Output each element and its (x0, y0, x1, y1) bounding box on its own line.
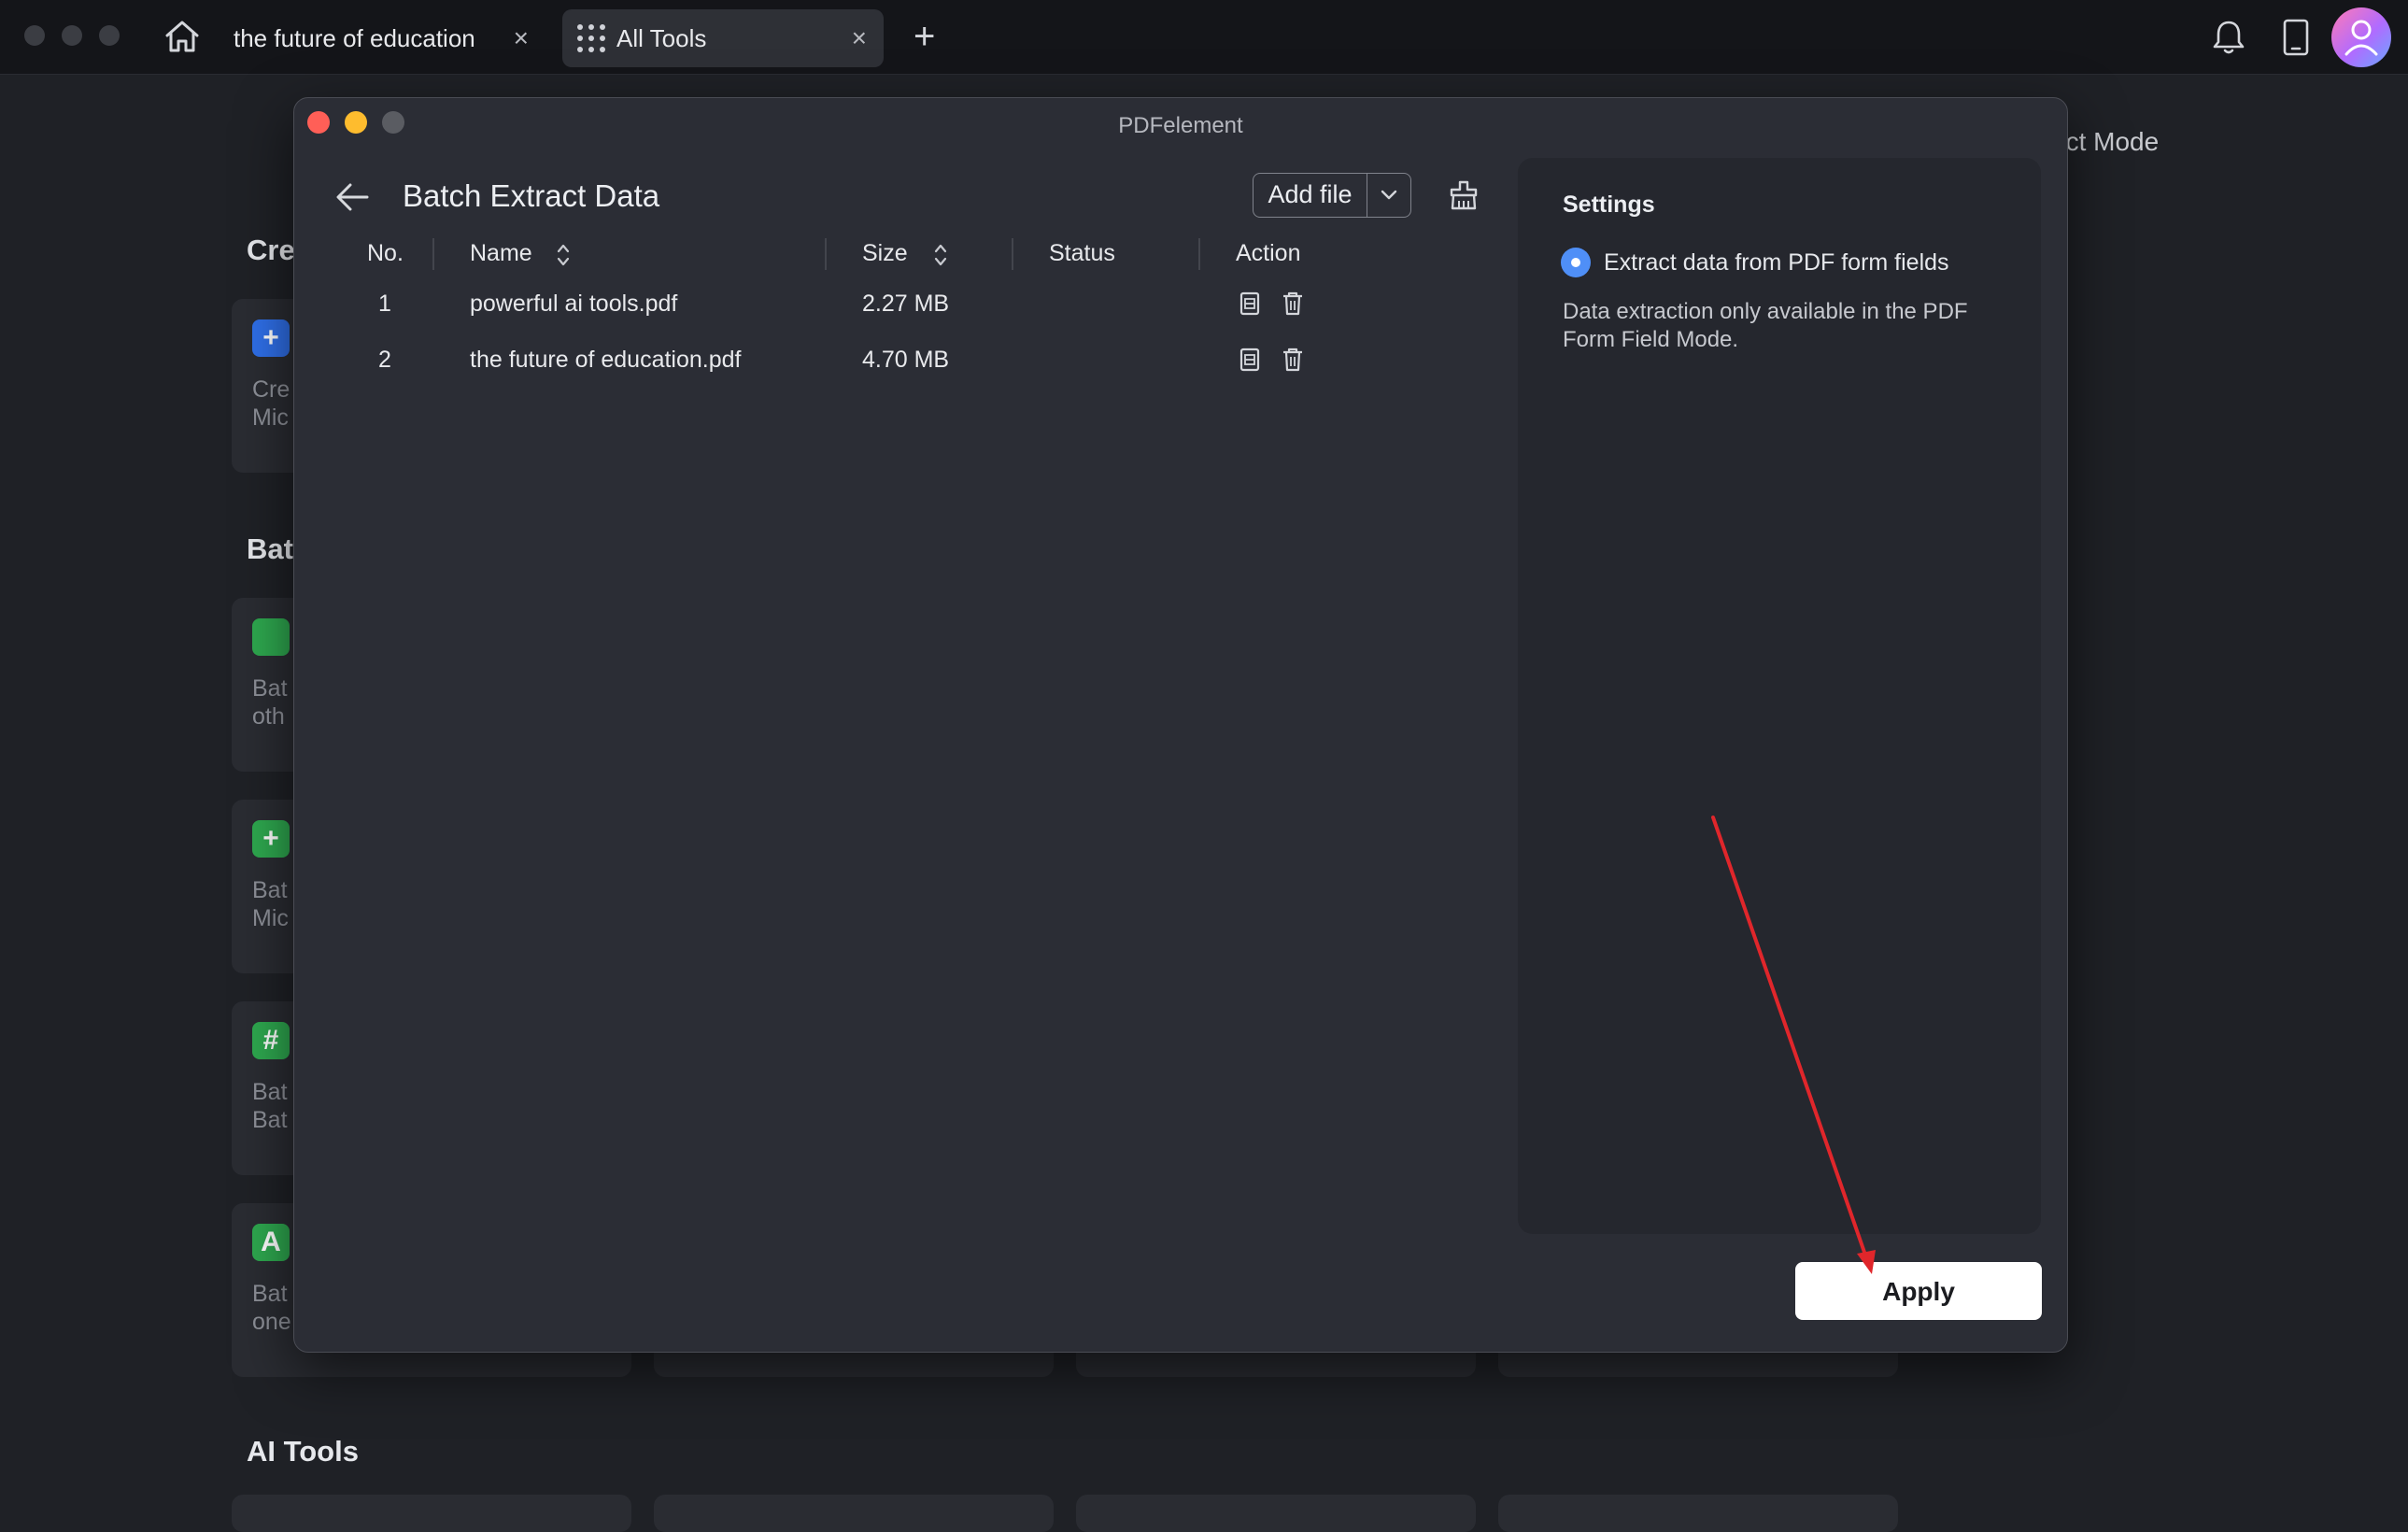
sort-icon[interactable] (931, 240, 950, 270)
settings-panel: Settings Extract data from PDF form fiel… (1518, 158, 2041, 1234)
column-header-status: Status (1049, 240, 1115, 266)
tool-card-line: Bat (252, 1079, 288, 1105)
home-icon[interactable] (163, 17, 202, 56)
open-file-icon[interactable] (1238, 347, 1262, 373)
tool-card[interactable] (654, 1495, 1054, 1532)
column-header-name[interactable]: Name (470, 240, 532, 267)
window-close-button[interactable] (24, 25, 45, 46)
close-tab-icon[interactable]: × (514, 24, 529, 52)
add-file-dropdown[interactable] (1367, 174, 1410, 217)
tool-card-line: Cre (252, 376, 290, 403)
bates-number-icon: # (252, 1022, 290, 1059)
column-divider (1198, 238, 1200, 270)
close-tab-icon[interactable]: × (852, 24, 867, 52)
settings-title: Settings (1563, 192, 1655, 218)
sort-icon[interactable] (554, 240, 573, 270)
column-header-size[interactable]: Size (862, 240, 908, 267)
window-zoom-button[interactable] (99, 25, 120, 46)
file-size: 2.27 MB (862, 291, 950, 317)
user-icon (2344, 20, 2378, 56)
tab-label: All Tools (616, 23, 707, 52)
tool-card-line: Bat (252, 877, 288, 903)
column-divider (825, 238, 827, 270)
dialog-window-title: PDFelement (1118, 113, 1243, 138)
column-divider (432, 238, 434, 270)
file-size: 4.70 MB (862, 347, 950, 373)
tab-all-tools[interactable]: All Tools × (562, 9, 884, 67)
create-icon: + (252, 319, 290, 357)
device-icon[interactable] (2275, 17, 2316, 58)
column-header-no: No. (367, 240, 404, 266)
bell-icon[interactable] (2208, 17, 2249, 58)
file-name: the future of education.pdf (470, 347, 742, 373)
window-minimize-button[interactable] (62, 25, 82, 46)
trash-icon[interactable] (1281, 291, 1305, 317)
extract-form-fields-label[interactable]: Extract data from PDF form fields (1604, 249, 1949, 277)
title-bar: the future of education × All Tools × + (0, 0, 2408, 75)
new-tab-button[interactable]: + (914, 17, 935, 56)
tool-card[interactable] (1076, 1495, 1476, 1532)
tool-card-line: oth (252, 703, 285, 730)
tool-card-line: Bat (252, 1281, 288, 1307)
row-number: 1 (378, 291, 391, 317)
apply-button[interactable]: Apply (1795, 1262, 2042, 1320)
grid-icon (577, 24, 605, 52)
tool-card-line: one (252, 1309, 291, 1335)
tool-card[interactable] (232, 1495, 631, 1532)
add-file-button-group: Add file (1253, 173, 1411, 218)
section-create-title: Cre (247, 234, 295, 266)
tab-label: the future of education (234, 23, 475, 52)
tool-card-line: Mic (252, 905, 289, 931)
dialog-heading: Batch Extract Data (403, 178, 660, 213)
section-batch-title: Bat (247, 532, 293, 565)
batch-extract-data-dialog: PDFelement Batch Extract Data Add file N… (293, 97, 2068, 1353)
tool-card-line: Bat (252, 1107, 288, 1133)
tab-the-future-of-education[interactable]: the future of education × (217, 9, 545, 67)
open-file-icon[interactable] (1238, 291, 1262, 317)
tool-card-line: Mic (252, 404, 289, 431)
clear-list-icon[interactable] (1447, 178, 1480, 212)
tool-card[interactable] (1498, 1495, 1898, 1532)
column-divider (1012, 238, 1013, 270)
extract-form-fields-radio[interactable] (1561, 248, 1591, 277)
batch-ocr-icon: A (252, 1224, 290, 1261)
settings-note: Data extraction only available in the PD… (1563, 299, 1968, 352)
file-name: powerful ai tools.pdf (470, 291, 678, 317)
trash-icon[interactable] (1281, 347, 1305, 373)
add-file-button[interactable]: Add file (1254, 174, 1367, 217)
row-number: 2 (378, 347, 391, 373)
batch-convert-icon (252, 618, 290, 656)
back-arrow-icon[interactable] (332, 177, 373, 218)
avatar[interactable] (2331, 7, 2391, 67)
chevron-down-icon (1381, 190, 1397, 200)
batch-create-icon: + (252, 820, 290, 858)
section-ai-tools-title: AI Tools (247, 1435, 359, 1468)
tool-card-line: Bat (252, 675, 288, 702)
column-header-action: Action (1236, 240, 1301, 266)
